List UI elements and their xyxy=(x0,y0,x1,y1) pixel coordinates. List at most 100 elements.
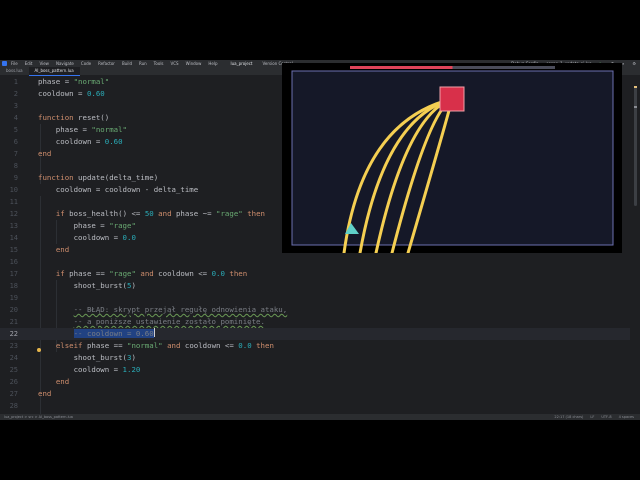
line-number[interactable]: 16 xyxy=(0,256,18,268)
code-token: function xyxy=(38,113,74,122)
settings-gear-icon[interactable]: ⚙ xyxy=(632,61,636,66)
code-token: -- cooldown = 0.60 xyxy=(73,329,154,338)
tab-label: boss.lua xyxy=(6,68,23,73)
warning-stripe-mark[interactable] xyxy=(634,106,637,108)
line-number[interactable]: 2 xyxy=(0,88,18,100)
game-preview-window[interactable] xyxy=(282,63,622,253)
line-number[interactable]: 10 xyxy=(0,184,18,196)
menu-item-vcs[interactable]: VCS xyxy=(171,61,179,66)
code-line[interactable]: 21 -- a poniższe ustawienie zostało pomi… xyxy=(0,316,630,328)
code-text: phase = "rage" xyxy=(38,220,136,232)
menu-item-help[interactable]: Help xyxy=(208,61,217,66)
menu-item-view[interactable]: View xyxy=(39,61,49,66)
code-token: "rage" xyxy=(216,209,243,218)
line-number[interactable]: 20 xyxy=(0,304,18,316)
line-number[interactable]: 11 xyxy=(0,196,18,208)
code-line[interactable]: 25 cooldown = 1.20 xyxy=(0,364,630,376)
code-line[interactable]: 26 end xyxy=(0,376,630,388)
line-number[interactable]: 18 xyxy=(0,280,18,292)
line-number[interactable]: 21 xyxy=(0,316,18,328)
menu-item-build[interactable]: Build xyxy=(122,61,132,66)
line-number[interactable]: 7 xyxy=(0,148,18,160)
menu-item-edit[interactable]: Edit xyxy=(25,61,33,66)
indent-setting[interactable]: 4 spaces xyxy=(619,415,634,419)
line-number[interactable]: 22 xyxy=(0,328,18,340)
menu-item-code[interactable]: Code xyxy=(81,61,91,66)
code-token: phase == xyxy=(82,341,128,350)
code-token: phase = xyxy=(38,221,110,230)
code-token: function xyxy=(38,173,74,182)
caret-position[interactable]: 22:17 (18 chars) xyxy=(554,415,583,419)
intention-bulb-icon[interactable] xyxy=(37,348,41,352)
code-line[interactable]: 20 -- BŁĄD: skrypt przejął regułę odnowi… xyxy=(0,304,630,316)
line-number[interactable]: 15 xyxy=(0,244,18,256)
line-number[interactable]: 14 xyxy=(0,232,18,244)
file-encoding[interactable]: UTF-8 xyxy=(601,415,611,419)
code-line[interactable]: 27 end xyxy=(0,388,630,400)
code-text: elseif phase == "normal" and cooldown <=… xyxy=(38,340,274,352)
code-text: -- cooldown = 0.60 xyxy=(38,328,155,340)
line-number[interactable]: 8 xyxy=(0,160,18,172)
code-line[interactable]: 19 xyxy=(0,292,630,304)
line-number[interactable]: 6 xyxy=(0,136,18,148)
line-number[interactable]: 3 xyxy=(0,100,18,112)
code-text: if phase == "rage" and cooldown <= 0.0 t… xyxy=(38,268,247,280)
code-token: then xyxy=(247,209,265,218)
project-name[interactable]: lua_project xyxy=(231,61,253,66)
code-text: end xyxy=(38,244,69,256)
menu-item-tools[interactable]: Tools xyxy=(154,61,164,66)
code-token: then xyxy=(256,341,274,350)
line-number[interactable]: 27 xyxy=(0,388,18,400)
code-token: 0.60 xyxy=(104,137,123,146)
line-number[interactable]: 24 xyxy=(0,352,18,364)
code-token: phase = xyxy=(38,77,74,86)
status-bar: lua_project > src > AI_boss_pattern.lua … xyxy=(0,414,640,420)
code-text: -- a poniższe ustawienie zostało pominię… xyxy=(38,316,265,328)
code-token: if xyxy=(55,209,65,218)
line-number[interactable]: 4 xyxy=(0,112,18,124)
code-token: 0.0 xyxy=(122,233,136,242)
line-number[interactable]: 9 xyxy=(0,172,18,184)
code-line[interactable]: 17 if phase == "rage" and cooldown <= 0.… xyxy=(0,268,630,280)
status-breadcrumb[interactable]: lua_project > src > AI_boss_pattern.lua xyxy=(4,415,73,419)
code-text: function reset() xyxy=(38,112,109,124)
code-line[interactable]: 16 xyxy=(0,256,630,268)
line-separator[interactable]: LF xyxy=(590,415,594,419)
code-text: end xyxy=(38,148,51,160)
tab-label: AI_boss_pattern.lua xyxy=(34,68,74,73)
code-line[interactable]: 18 shoot_burst(5) xyxy=(0,280,630,292)
scrollbar-thumb[interactable] xyxy=(634,86,637,206)
line-number[interactable]: 12 xyxy=(0,208,18,220)
line-number[interactable]: 13 xyxy=(0,220,18,232)
code-token: then xyxy=(229,269,248,278)
line-number[interactable]: 5 xyxy=(0,124,18,136)
code-line[interactable]: 24 shoot_burst(3) xyxy=(0,352,630,364)
menu-item-refactor[interactable]: Refactor xyxy=(98,61,115,66)
menu-item-window[interactable]: Window xyxy=(186,61,202,66)
line-number[interactable]: 19 xyxy=(0,292,18,304)
menu-item-file[interactable]: File xyxy=(11,61,18,66)
line-number[interactable]: 17 xyxy=(0,268,18,280)
search-icon[interactable]: ⌕ xyxy=(622,61,624,66)
line-number[interactable]: 1 xyxy=(0,76,18,88)
line-number[interactable]: 26 xyxy=(0,376,18,388)
code-line[interactable]: 23 elseif phase == "normal" and cooldown… xyxy=(0,340,630,352)
menu-item-navigate[interactable]: Navigate xyxy=(56,61,74,66)
code-token: shoot_burst( xyxy=(38,281,127,290)
code-token: end xyxy=(55,377,70,386)
code-text: end xyxy=(38,376,69,388)
editor-scrollbar[interactable] xyxy=(634,82,637,412)
ide-logo-icon xyxy=(2,61,7,66)
line-number[interactable]: 23 xyxy=(0,340,18,352)
line-number[interactable]: 28 xyxy=(0,400,18,412)
line-number[interactable]: 25 xyxy=(0,364,18,376)
menu-item-run[interactable]: Run xyxy=(139,61,147,66)
error-stripe-mark[interactable] xyxy=(634,86,637,88)
tab-boss-lua[interactable]: boss.lua xyxy=(0,67,29,75)
tab-ai-boss-pattern[interactable]: AI_boss_pattern.lua xyxy=(28,67,80,76)
code-line[interactable]: 28 xyxy=(0,400,630,412)
code-line[interactable]: 22 -- cooldown = 0.60 xyxy=(0,328,630,340)
